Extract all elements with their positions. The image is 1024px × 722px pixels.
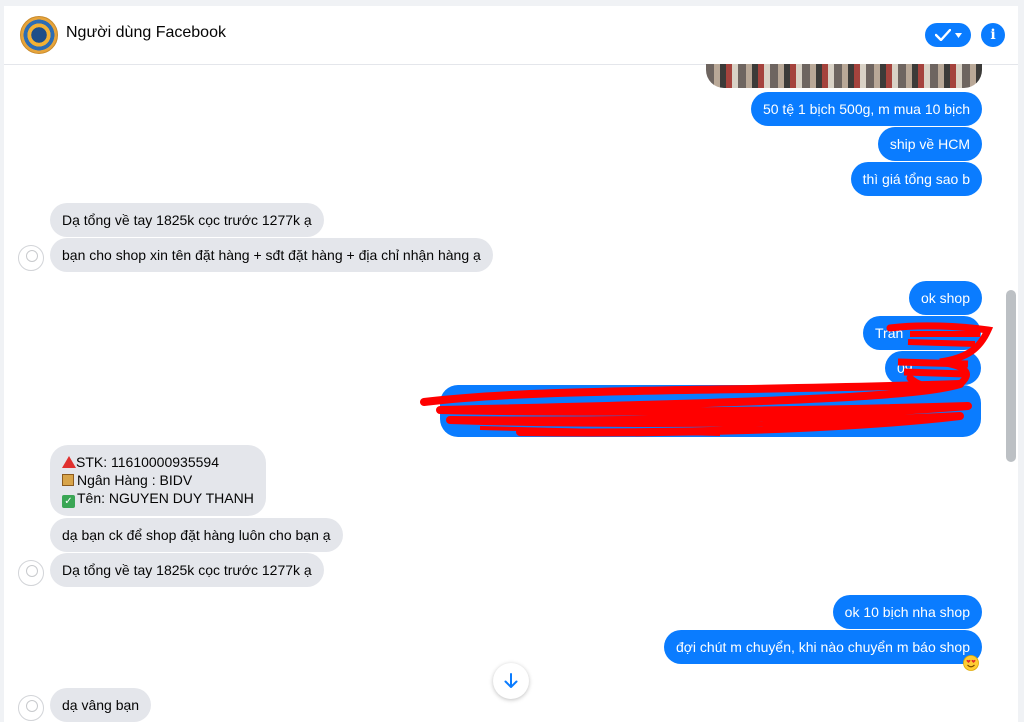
outgoing-message[interactable]: đợi chút m chuyển, khi nào chuyển m báo … — [663, 630, 982, 664]
bank-name-line: Ngân Hàng : BIDV — [62, 471, 254, 489]
left-border — [0, 0, 4, 722]
check-icon — [934, 29, 951, 41]
outgoing-message[interactable]: ok 10 bịch nha shop — [832, 595, 982, 629]
outgoing-message[interactable]: ok shop — [908, 281, 982, 315]
incoming-message[interactable]: Dạ tổng về tay 1825k cọc trước 1277k ạ — [50, 553, 324, 587]
chat-header: Người dùng Facebook i — [4, 6, 1018, 65]
outgoing-message[interactable]: 50 tệ 1 bịch 500g, m mua 10 bịch — [750, 92, 982, 126]
incoming-message[interactable]: dạ vâng bạn — [50, 688, 152, 722]
shared-photo[interactable] — [706, 64, 982, 88]
red-triangle-icon — [62, 456, 76, 468]
account-holder-line: ✓ Tên: NGUYEN DUY THANH — [62, 489, 254, 508]
arrow-down-icon — [504, 673, 518, 688]
bank-account-line: STK: 11610000935594 — [62, 453, 254, 471]
caret-down-icon — [954, 32, 962, 38]
outgoing-message[interactable]: thì giá tổng sao b — [850, 162, 982, 196]
scroll-to-bottom-button[interactable] — [493, 663, 529, 699]
incoming-message[interactable]: Dạ tổng về tay 1825k cọc trước 1277k ạ — [50, 203, 324, 237]
scrollbar-thumb[interactable] — [1006, 290, 1016, 462]
right-border — [1018, 0, 1024, 722]
redaction-scribble — [420, 322, 994, 437]
sender-avatar[interactable] — [18, 695, 44, 721]
heart-eyes-reaction-icon[interactable] — [963, 655, 979, 671]
info-icon[interactable]: i — [981, 23, 1005, 47]
sender-avatar[interactable] — [18, 245, 44, 271]
contact-avatar[interactable] — [20, 16, 58, 54]
sender-avatar[interactable] — [18, 560, 44, 586]
bank-building-icon — [62, 474, 74, 486]
contact-name[interactable]: Người dùng Facebook — [66, 24, 226, 42]
incoming-message[interactable]: bạn cho shop xin tên đặt hàng + sđt đặt … — [50, 238, 493, 272]
chat-window: Người dùng Facebook i 50 tệ 1 bịch 500g,… — [0, 0, 1024, 722]
check-dropdown-button[interactable] — [925, 23, 971, 47]
incoming-bank-info[interactable]: STK: 11610000935594 Ngân Hàng : BIDV ✓ Tê… — [50, 445, 266, 516]
check-box-icon: ✓ — [62, 495, 75, 508]
outgoing-message[interactable]: ship về HCM — [877, 127, 982, 161]
incoming-message[interactable]: dạ bạn ck để shop đặt hàng luôn cho bạn … — [50, 518, 343, 552]
